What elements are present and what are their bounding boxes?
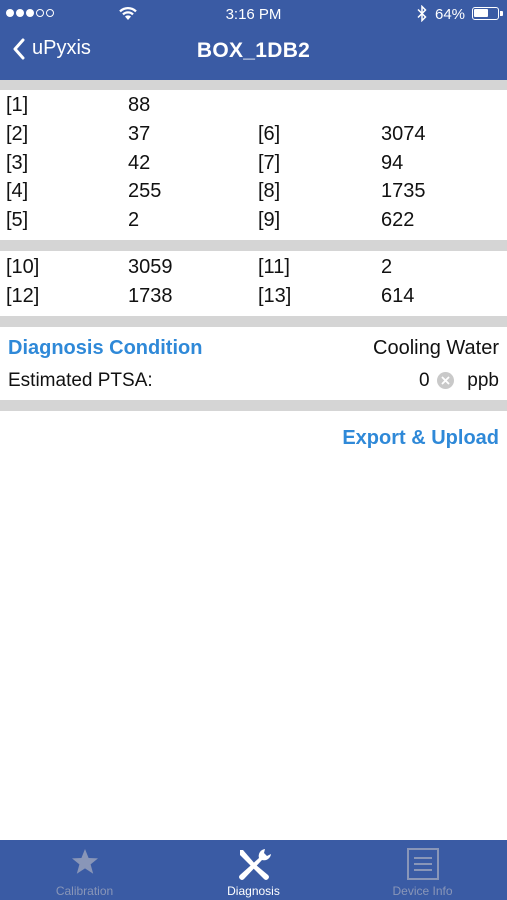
- tab-label: Diagnosis: [227, 884, 280, 898]
- reading-value: 88: [128, 94, 151, 116]
- reading-value: 614: [381, 285, 415, 307]
- page-title: BOX_1DB2: [196, 39, 311, 62]
- reading-index: [8]: [258, 180, 281, 202]
- reading-value: 94: [381, 152, 404, 174]
- reading-index: [1]: [6, 94, 29, 116]
- divider: [0, 80, 507, 90]
- reading-row: [3] 42 [7] 94: [0, 152, 507, 180]
- reading-index: [3]: [6, 152, 29, 174]
- battery-icon: [472, 7, 503, 20]
- ptsa-label: Estimated PTSA:: [8, 370, 153, 391]
- battery-percentage: 64%: [435, 6, 466, 23]
- reading-index: [4]: [6, 180, 29, 202]
- reading-index: [12]: [6, 285, 40, 307]
- reading-value: 37: [128, 123, 151, 145]
- reading-index: [7]: [258, 152, 281, 174]
- reading-index: [13]: [258, 285, 292, 307]
- export-upload-button[interactable]: Export & Upload: [342, 427, 499, 450]
- reading-index: [10]: [6, 256, 40, 278]
- tab-label: Calibration: [55, 884, 114, 898]
- reading-value: 3059: [128, 256, 173, 278]
- reading-value: 42: [128, 152, 151, 174]
- status-bar: 3:16 PM 64%: [0, 0, 507, 28]
- reading-value: 2: [128, 209, 140, 231]
- status-time: 3:16 PM: [225, 6, 282, 23]
- tab-bar: Calibration Diagnosis Device Info: [0, 840, 507, 900]
- reading-value: 1738: [128, 285, 173, 307]
- reading-index: [6]: [258, 123, 281, 145]
- star-icon: [71, 849, 98, 874]
- document-icon: [406, 848, 439, 880]
- tab-calibration[interactable]: Calibration: [0, 840, 169, 900]
- reading-value: 622: [381, 209, 415, 231]
- divider: [0, 400, 507, 411]
- ptsa-unit: ppb: [467, 370, 499, 391]
- reading-index: [9]: [258, 209, 281, 231]
- diagnosis-condition-value[interactable]: Cooling Water: [373, 337, 499, 360]
- reading-value: 2: [381, 256, 393, 278]
- tab-device-info[interactable]: Device Info: [338, 840, 507, 900]
- reading-index: [11]: [258, 256, 290, 278]
- tab-label: Device Info: [392, 884, 453, 898]
- reading-row: [12] 1738 [13] 614: [0, 285, 507, 313]
- divider: [0, 316, 507, 327]
- divider: [0, 240, 507, 251]
- bluetooth-icon: [417, 5, 427, 22]
- navigation-bar: uPyxis BOX_1DB2: [0, 28, 507, 80]
- header: 3:16 PM 64% uPyxis BOX_1DB2: [0, 0, 507, 80]
- reading-value: 3074: [381, 123, 426, 145]
- clear-icon[interactable]: [437, 372, 454, 389]
- wrench-screwdriver-icon: [238, 849, 271, 880]
- reading-index: [2]: [6, 123, 29, 145]
- ptsa-input[interactable]: 0: [419, 370, 430, 392]
- reading-index: [5]: [6, 209, 29, 231]
- reading-row: [5] 2 [9] 622: [0, 209, 507, 237]
- reading-row: [1] 88: [0, 94, 507, 122]
- diagnosis-condition-label[interactable]: Diagnosis Condition: [8, 337, 202, 360]
- tab-diagnosis[interactable]: Diagnosis: [169, 840, 338, 900]
- reading-value: 255: [128, 180, 162, 202]
- reading-row: [2] 37 [6] 3074: [0, 123, 507, 151]
- reading-row: [4] 255 [8] 1735: [0, 180, 507, 208]
- reading-value: 1735: [381, 180, 426, 202]
- reading-row: [10] 3059 [11] 2: [0, 256, 507, 284]
